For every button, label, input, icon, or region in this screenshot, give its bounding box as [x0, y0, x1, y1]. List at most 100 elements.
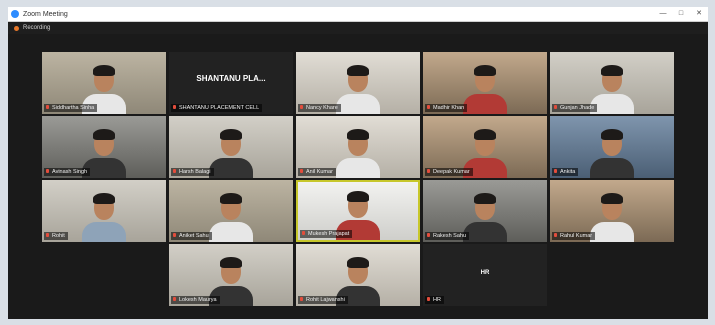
- participant-name: Avinash Singh: [52, 169, 88, 175]
- muted-mic-icon: [554, 169, 557, 173]
- participant-hair: [347, 129, 369, 140]
- participant-hair: [601, 129, 623, 140]
- participant-name-label: HR: [425, 296, 444, 304]
- muted-mic-icon: [46, 233, 49, 237]
- participant-name: Ankita: [560, 169, 576, 175]
- participant-name-label: Rakesh Sahu: [425, 232, 470, 240]
- participant-hair: [347, 191, 369, 202]
- participant-name: Mukesh Prajapat: [308, 231, 350, 237]
- participant-tile[interactable]: SHANTANU PLA... SHANTANU PLACEMENT CELL: [169, 52, 293, 114]
- window-controls: — □ ✕: [654, 7, 708, 21]
- participant-body: [463, 94, 507, 114]
- participant-name-label: Harsh Balagi: [171, 168, 214, 176]
- muted-mic-icon: [554, 233, 557, 237]
- gallery-row: Rohit Aniket Sahu Mukesh Prajapat Rakesh Sa…: [8, 180, 708, 242]
- participant-hair: [220, 193, 242, 204]
- participant-tile[interactable]: Rohit: [42, 180, 166, 242]
- participant-tile[interactable]: Aniket Sahu: [169, 180, 293, 242]
- video-grid: Siddhartha Sinha SHANTANU PLA... SHANTANU …: [8, 33, 708, 319]
- participant-name-label: Gunjan Jhade: [552, 104, 598, 112]
- muted-mic-icon: [300, 297, 303, 301]
- participant-body: [590, 222, 634, 242]
- participant-name: Madhir Khan: [433, 105, 465, 111]
- participant-tile[interactable]: Lokesh Maurya: [169, 244, 293, 306]
- participant-name-label: Avinash Singh: [44, 168, 91, 176]
- participant-tile[interactable]: Anil Kumar: [296, 116, 420, 178]
- participant-video: [82, 190, 126, 242]
- participant-name: SHANTANU PLACEMENT CELL: [179, 105, 260, 111]
- participant-body: [209, 158, 253, 178]
- muted-mic-icon: [300, 169, 303, 173]
- participant-hair: [601, 65, 623, 76]
- participant-tile[interactable]: Mukesh Prajapat: [296, 180, 420, 242]
- title-bar: Zoom Meeting — □ ✕: [8, 7, 708, 22]
- muted-mic-icon: [554, 105, 557, 109]
- participant-video: [209, 190, 253, 242]
- participant-hair: [474, 193, 496, 204]
- participant-display-name: SHANTANU PLA...: [196, 74, 266, 83]
- muted-mic-icon: [46, 169, 49, 173]
- participant-tile[interactable]: Nancy Khare: [296, 52, 420, 114]
- gallery-row: Avinash Singh Harsh Balagi Anil Kumar Deepa…: [8, 116, 708, 178]
- gallery-row: Lokesh Maurya Rohit Lajwanshi HR HR: [8, 244, 708, 306]
- muted-mic-icon: [46, 105, 49, 109]
- participant-tile[interactable]: HR HR: [423, 244, 547, 306]
- muted-mic-icon: [300, 105, 303, 109]
- minimize-button[interactable]: —: [654, 7, 672, 21]
- participant-hair: [474, 129, 496, 140]
- muted-mic-icon: [427, 105, 430, 109]
- participant-video: [209, 126, 253, 178]
- participant-tile[interactable]: Rahul Kumar: [550, 180, 674, 242]
- participant-video: [463, 190, 507, 242]
- window-title: Zoom Meeting: [23, 10, 68, 18]
- participant-name: Rohit: [52, 233, 65, 239]
- participant-name: Deepak Kumar: [433, 169, 470, 175]
- participant-hair: [347, 257, 369, 268]
- participant-name-label: Rahul Kumar: [552, 232, 596, 240]
- participant-tile[interactable]: Rohit Lajwanshi: [296, 244, 420, 306]
- participant-tile[interactable]: Madhir Khan: [423, 52, 547, 114]
- muted-mic-icon: [173, 105, 176, 109]
- participant-tile[interactable]: Siddhartha Sinha: [42, 52, 166, 114]
- participant-video: [336, 126, 380, 178]
- participant-hair: [347, 65, 369, 76]
- participant-name: Nancy Khare: [306, 105, 338, 111]
- maximize-button[interactable]: □: [672, 7, 690, 21]
- participant-name-label: Rohit: [44, 232, 68, 240]
- participant-hair: [93, 129, 115, 140]
- participant-name: Harsh Balagi: [179, 169, 211, 175]
- participant-name-label: Siddhartha Sinha: [44, 104, 98, 112]
- zoom-app-icon: [11, 10, 19, 18]
- participant-name-label: Nancy Khare: [298, 104, 341, 112]
- participant-name-label: SHANTANU PLACEMENT CELL: [171, 104, 263, 112]
- gallery-row: Siddhartha Sinha SHANTANU PLA... SHANTANU …: [8, 52, 708, 114]
- participant-name: Rohit Lajwanshi: [306, 297, 345, 303]
- participant-video: [336, 62, 380, 114]
- participant-hair: [93, 65, 115, 76]
- participant-video: [590, 126, 634, 178]
- participant-name-label: Madhir Khan: [425, 104, 468, 112]
- participant-hair: [474, 65, 496, 76]
- muted-mic-icon: [173, 169, 176, 173]
- participant-tile[interactable]: Harsh Balagi: [169, 116, 293, 178]
- participant-name-label: Anil Kumar: [298, 168, 336, 176]
- participant-name: Gunjan Jhade: [560, 105, 595, 111]
- participant-tile[interactable]: Ankita: [550, 116, 674, 178]
- muted-mic-icon: [427, 297, 430, 301]
- zoom-window: Zoom Meeting — □ ✕ Recording Siddhartha …: [8, 7, 708, 319]
- participant-body: [82, 222, 126, 242]
- participant-hair: [220, 129, 242, 140]
- muted-mic-icon: [302, 231, 305, 235]
- participant-tile[interactable]: Deepak Kumar: [423, 116, 547, 178]
- participant-tile[interactable]: Rakesh Sahu: [423, 180, 547, 242]
- muted-mic-icon: [173, 297, 176, 301]
- participant-body: [336, 158, 380, 178]
- close-button[interactable]: ✕: [690, 7, 708, 21]
- recording-dot-icon: [14, 25, 19, 31]
- muted-mic-icon: [173, 233, 176, 237]
- participant-tile[interactable]: Avinash Singh: [42, 116, 166, 178]
- muted-mic-icon: [427, 169, 430, 173]
- muted-mic-icon: [427, 233, 430, 237]
- participant-tile[interactable]: Gunjan Jhade: [550, 52, 674, 114]
- participant-name: HR: [433, 297, 441, 303]
